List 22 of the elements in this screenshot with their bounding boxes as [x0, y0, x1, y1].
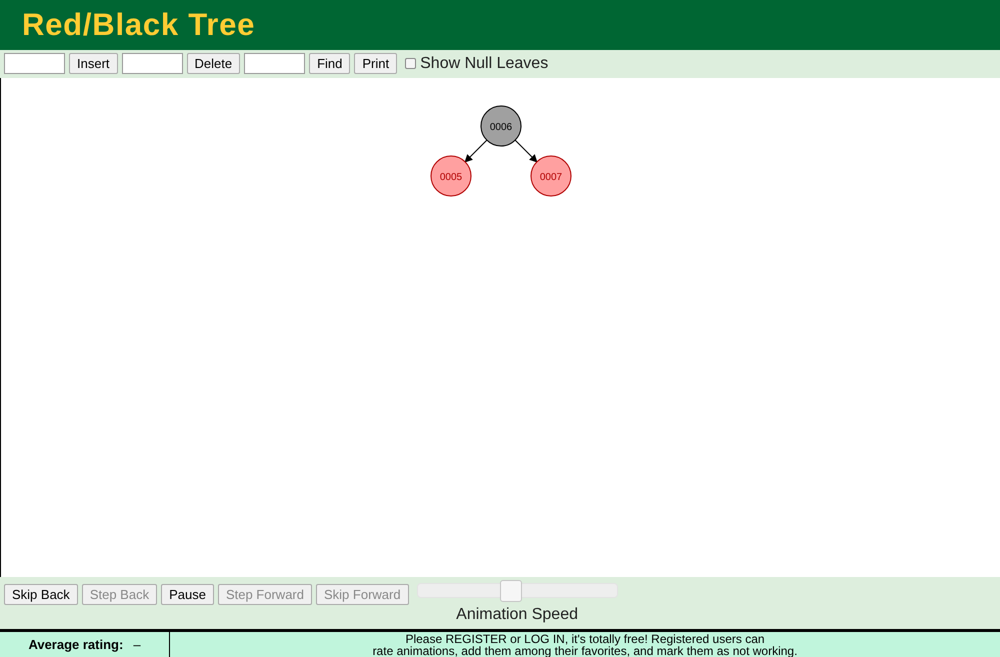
tree-node: 0007 [530, 155, 572, 196]
speed-label: Animation Speed [456, 605, 578, 626]
input-field[interactable] [4, 53, 65, 74]
rating-value: – [133, 636, 141, 654]
tree-edge-arrow [514, 140, 538, 162]
input-field[interactable] [244, 53, 306, 74]
checkbox-label[interactable]: Show Null Leaves [420, 52, 548, 76]
toolbar-button[interactable]: Print [354, 53, 398, 74]
checkbox[interactable] [405, 58, 416, 70]
slider-thumb[interactable] [500, 580, 522, 602]
page-title: Red/Black Tree [22, 6, 256, 44]
rating-label: Average rating: [28, 636, 124, 654]
register-message: Please REGISTER or LOG IN, it's totally free! Registered users can [405, 633, 765, 645]
tree-edge-arrow [464, 140, 488, 162]
toolbar-button[interactable]: Insert [69, 53, 118, 74]
tree-node: 0006 [480, 105, 522, 146]
toolbar-button[interactable]: Find [309, 53, 350, 74]
tree-node: 0005 [430, 155, 472, 196]
input-field[interactable] [122, 53, 183, 74]
playback-button[interactable]: Skip Back [4, 584, 78, 606]
playback-button[interactable]: Pause [161, 584, 214, 606]
toolbar-button[interactable]: Delete [186, 53, 240, 74]
